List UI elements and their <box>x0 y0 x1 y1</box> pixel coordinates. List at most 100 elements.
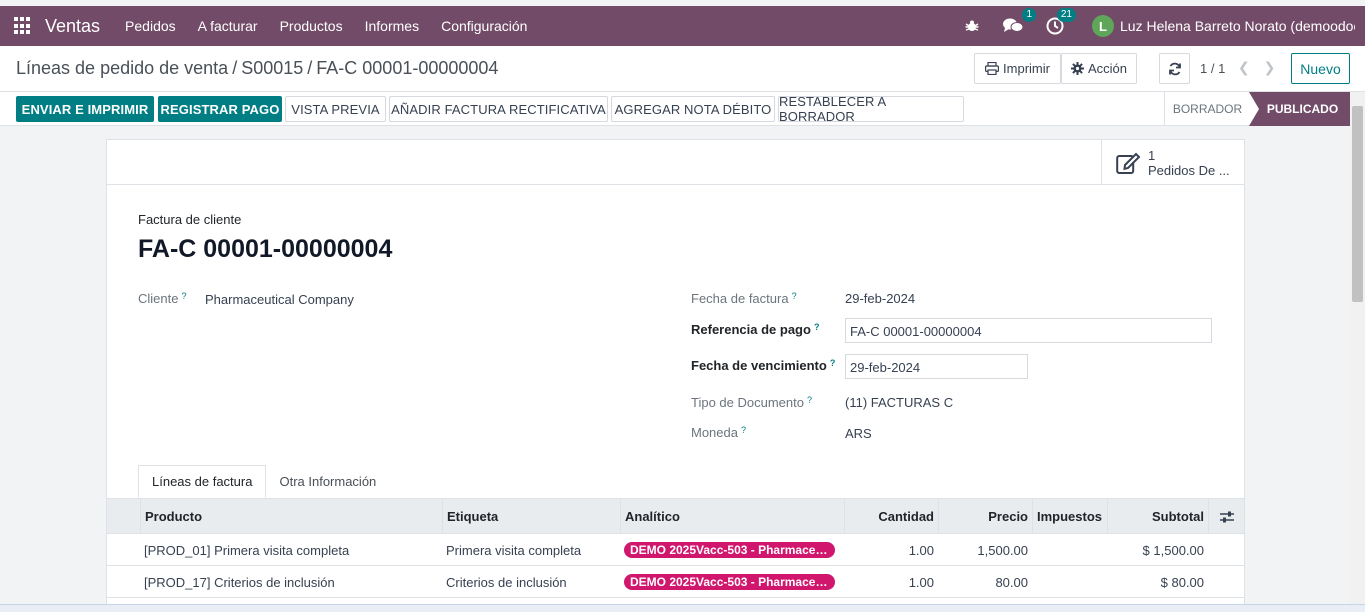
document-name: FA-C 00001-00000004 <box>138 235 393 263</box>
row-product[interactable]: [PROD_17] Criterios de inclusión <box>140 566 339 598</box>
app-name[interactable]: Ventas <box>45 16 100 37</box>
action-button[interactable]: Acción <box>1061 53 1137 84</box>
menu-item-productos[interactable]: Productos <box>269 18 354 34</box>
reset-draft-button[interactable]: RESTABLECER A BORRADOR <box>778 94 964 124</box>
notebook-tabs: Líneas de factura Otra Información <box>138 465 389 498</box>
document-kind-value: (11) FACTURAS C <box>845 395 954 410</box>
smart-button-label: Pedidos De ... <box>1148 162 1230 178</box>
invoice-date-value: 29-feb-2024 <box>845 291 916 306</box>
invoice-date-label: Fecha de factura? <box>691 291 797 306</box>
due-date-input[interactable]: 29-feb-2024 <box>845 354 1028 379</box>
row-label[interactable]: Criterios de inclusión <box>442 566 571 598</box>
scrollbar-thumb[interactable] <box>1352 106 1363 302</box>
apps-menu-icon[interactable] <box>14 17 32 35</box>
gear-icon <box>1070 62 1084 75</box>
breadcrumb-item-lineas[interactable]: Líneas de pedido de venta <box>16 58 228 78</box>
help-tooltip-icon[interactable]: ? <box>792 291 797 301</box>
row-analytic[interactable]: DEMO 2025Vacc-503 - Pharmaceu... <box>620 534 839 566</box>
form-sheet: 1 Pedidos De ... Factura de cliente FA-C… <box>106 139 1245 612</box>
messages-icon[interactable]: 1 <box>1002 8 1036 35</box>
breadcrumb-item-current: FA-C 00001-00000004 <box>316 58 499 78</box>
refresh-icon <box>1168 62 1181 75</box>
menu-item-pedidos[interactable]: Pedidos <box>114 18 187 34</box>
header-label[interactable]: Etiqueta <box>442 499 620 534</box>
stage-posted: PUBLICADO <box>1249 92 1350 126</box>
top-navbar: Ventas Pedidos A facturar Productos Info… <box>0 6 1365 46</box>
refresh-button[interactable] <box>1159 53 1190 84</box>
row-taxes[interactable] <box>1032 534 1107 566</box>
debit-note-button[interactable]: AGREGAR NOTA DÉBITO <box>611 96 775 122</box>
row-subtotal: $ 80.00 <box>1160 574 1204 590</box>
help-tooltip-icon[interactable]: ? <box>181 291 186 301</box>
row-price[interactable]: 1,500.00 <box>938 534 1032 566</box>
row-price[interactable]: 80.00 <box>938 566 1032 598</box>
send-print-button[interactable]: ENVIAR E IMPRIMIR <box>16 96 154 122</box>
currency-value: ARS <box>845 426 872 441</box>
sale-orders-smart-button[interactable]: 1 Pedidos De ... <box>1101 140 1244 185</box>
row-quantity[interactable]: 1.00 <box>844 534 938 566</box>
chevron-right-icon[interactable]: ❯ <box>1264 59 1276 75</box>
user-avatar[interactable]: L <box>1092 15 1114 37</box>
breadcrumb-item-order[interactable]: S00015 <box>241 58 303 78</box>
debug-bug-icon[interactable] <box>964 18 980 34</box>
edit-pencil-icon <box>1116 152 1141 174</box>
due-date-label: Fecha de vencimiento? <box>691 358 836 373</box>
messages-count-badge: 1 <box>1022 8 1036 22</box>
help-tooltip-icon[interactable]: ? <box>830 358 836 368</box>
pager-nav: ❮ ❯ <box>1238 59 1275 76</box>
row-quantity[interactable]: 1.00 <box>844 566 938 598</box>
header-quantity[interactable]: Cantidad <box>844 499 938 534</box>
menu-item-a-facturar[interactable]: A facturar <box>187 18 269 34</box>
payment-ref-label: Referencia de pago? <box>691 322 820 337</box>
row-subtotal: $ 1,500.00 <box>1142 542 1204 558</box>
header-subtotal[interactable]: Subtotal <box>1107 499 1208 534</box>
row-taxes[interactable] <box>1032 566 1107 598</box>
tab-other-info[interactable]: Otra Información <box>266 465 389 498</box>
register-payment-button[interactable]: REGISTRAR PAGO <box>158 96 282 122</box>
credit-note-button[interactable]: AÑADIR FACTURA RECTIFICATIVA <box>389 96 608 122</box>
chevron-left-icon[interactable]: ❮ <box>1238 59 1250 75</box>
table-header: Producto Etiqueta Analítico Cantidad Pre… <box>107 498 1244 534</box>
row-product[interactable]: [PROD_01] Primera visita completa <box>140 534 353 566</box>
user-name[interactable]: Luz Helena Barreto Norato (demoodoo... <box>1120 18 1355 34</box>
menu-item-configuracion[interactable]: Configuración <box>430 18 538 34</box>
menu-item-informes[interactable]: Informes <box>354 18 430 34</box>
pager-value[interactable]: 1 / 1 <box>1200 61 1225 76</box>
table-row[interactable]: [PROD_01] Primera visita completa Primer… <box>107 534 1244 566</box>
action-label: Acción <box>1087 61 1128 76</box>
new-button[interactable]: Nuevo <box>1291 53 1350 84</box>
stage-draft[interactable]: BORRADOR <box>1164 92 1250 126</box>
preview-button[interactable]: VISTA PREVIA <box>285 96 386 122</box>
table-row[interactable]: [PROD_17] Criterios de inclusión Criteri… <box>107 566 1244 598</box>
status-bar: ENVIAR E IMPRIMIR REGISTRAR PAGO VISTA P… <box>0 92 1350 126</box>
activities-clock-icon[interactable]: 21 <box>1046 8 1076 35</box>
tab-invoice-lines[interactable]: Líneas de factura <box>138 465 267 498</box>
printer-icon <box>985 62 1000 75</box>
optional-columns-toggle[interactable] <box>1208 499 1244 534</box>
page-scrollbar[interactable] <box>1350 92 1365 612</box>
header-price[interactable]: Precio <box>938 499 1032 534</box>
row-label[interactable]: Primera visita completa <box>442 534 585 566</box>
analytic-tag: DEMO 2025Vacc-503 - Pharmaceu... <box>624 574 835 590</box>
header-handle-column <box>107 499 139 534</box>
customer-value[interactable]: Pharmaceutical Company <box>205 292 354 307</box>
smart-button-count: 1 <box>1148 147 1156 163</box>
print-label: Imprimir <box>1003 61 1050 76</box>
customer-label: Cliente? <box>138 291 187 306</box>
document-kind-label: Tipo de Documento? <box>691 395 812 410</box>
smart-button-box: 1 Pedidos De ... <box>107 140 1244 185</box>
print-button[interactable]: Imprimir <box>974 53 1061 84</box>
help-tooltip-icon[interactable]: ? <box>814 322 820 332</box>
payment-ref-input[interactable]: FA-C 00001-00000004 <box>845 318 1212 343</box>
document-type-title: Factura de cliente <box>138 212 242 227</box>
header-analytic[interactable]: Analítico <box>620 499 844 534</box>
breadcrumb: Líneas de pedido de venta / S00015/FA-C 00… <box>16 58 499 78</box>
header-product[interactable]: Producto <box>140 499 442 534</box>
currency-label: Moneda? <box>691 425 746 440</box>
row-analytic[interactable]: DEMO 2025Vacc-503 - Pharmaceu... <box>620 566 839 598</box>
help-tooltip-icon[interactable]: ? <box>807 395 812 405</box>
sliders-icon <box>1219 511 1234 522</box>
header-taxes[interactable]: Impuestos <box>1032 499 1107 534</box>
control-panel: Líneas de pedido de venta / S00015/FA-C 00… <box>0 46 1365 92</box>
help-tooltip-icon[interactable]: ? <box>741 425 746 435</box>
